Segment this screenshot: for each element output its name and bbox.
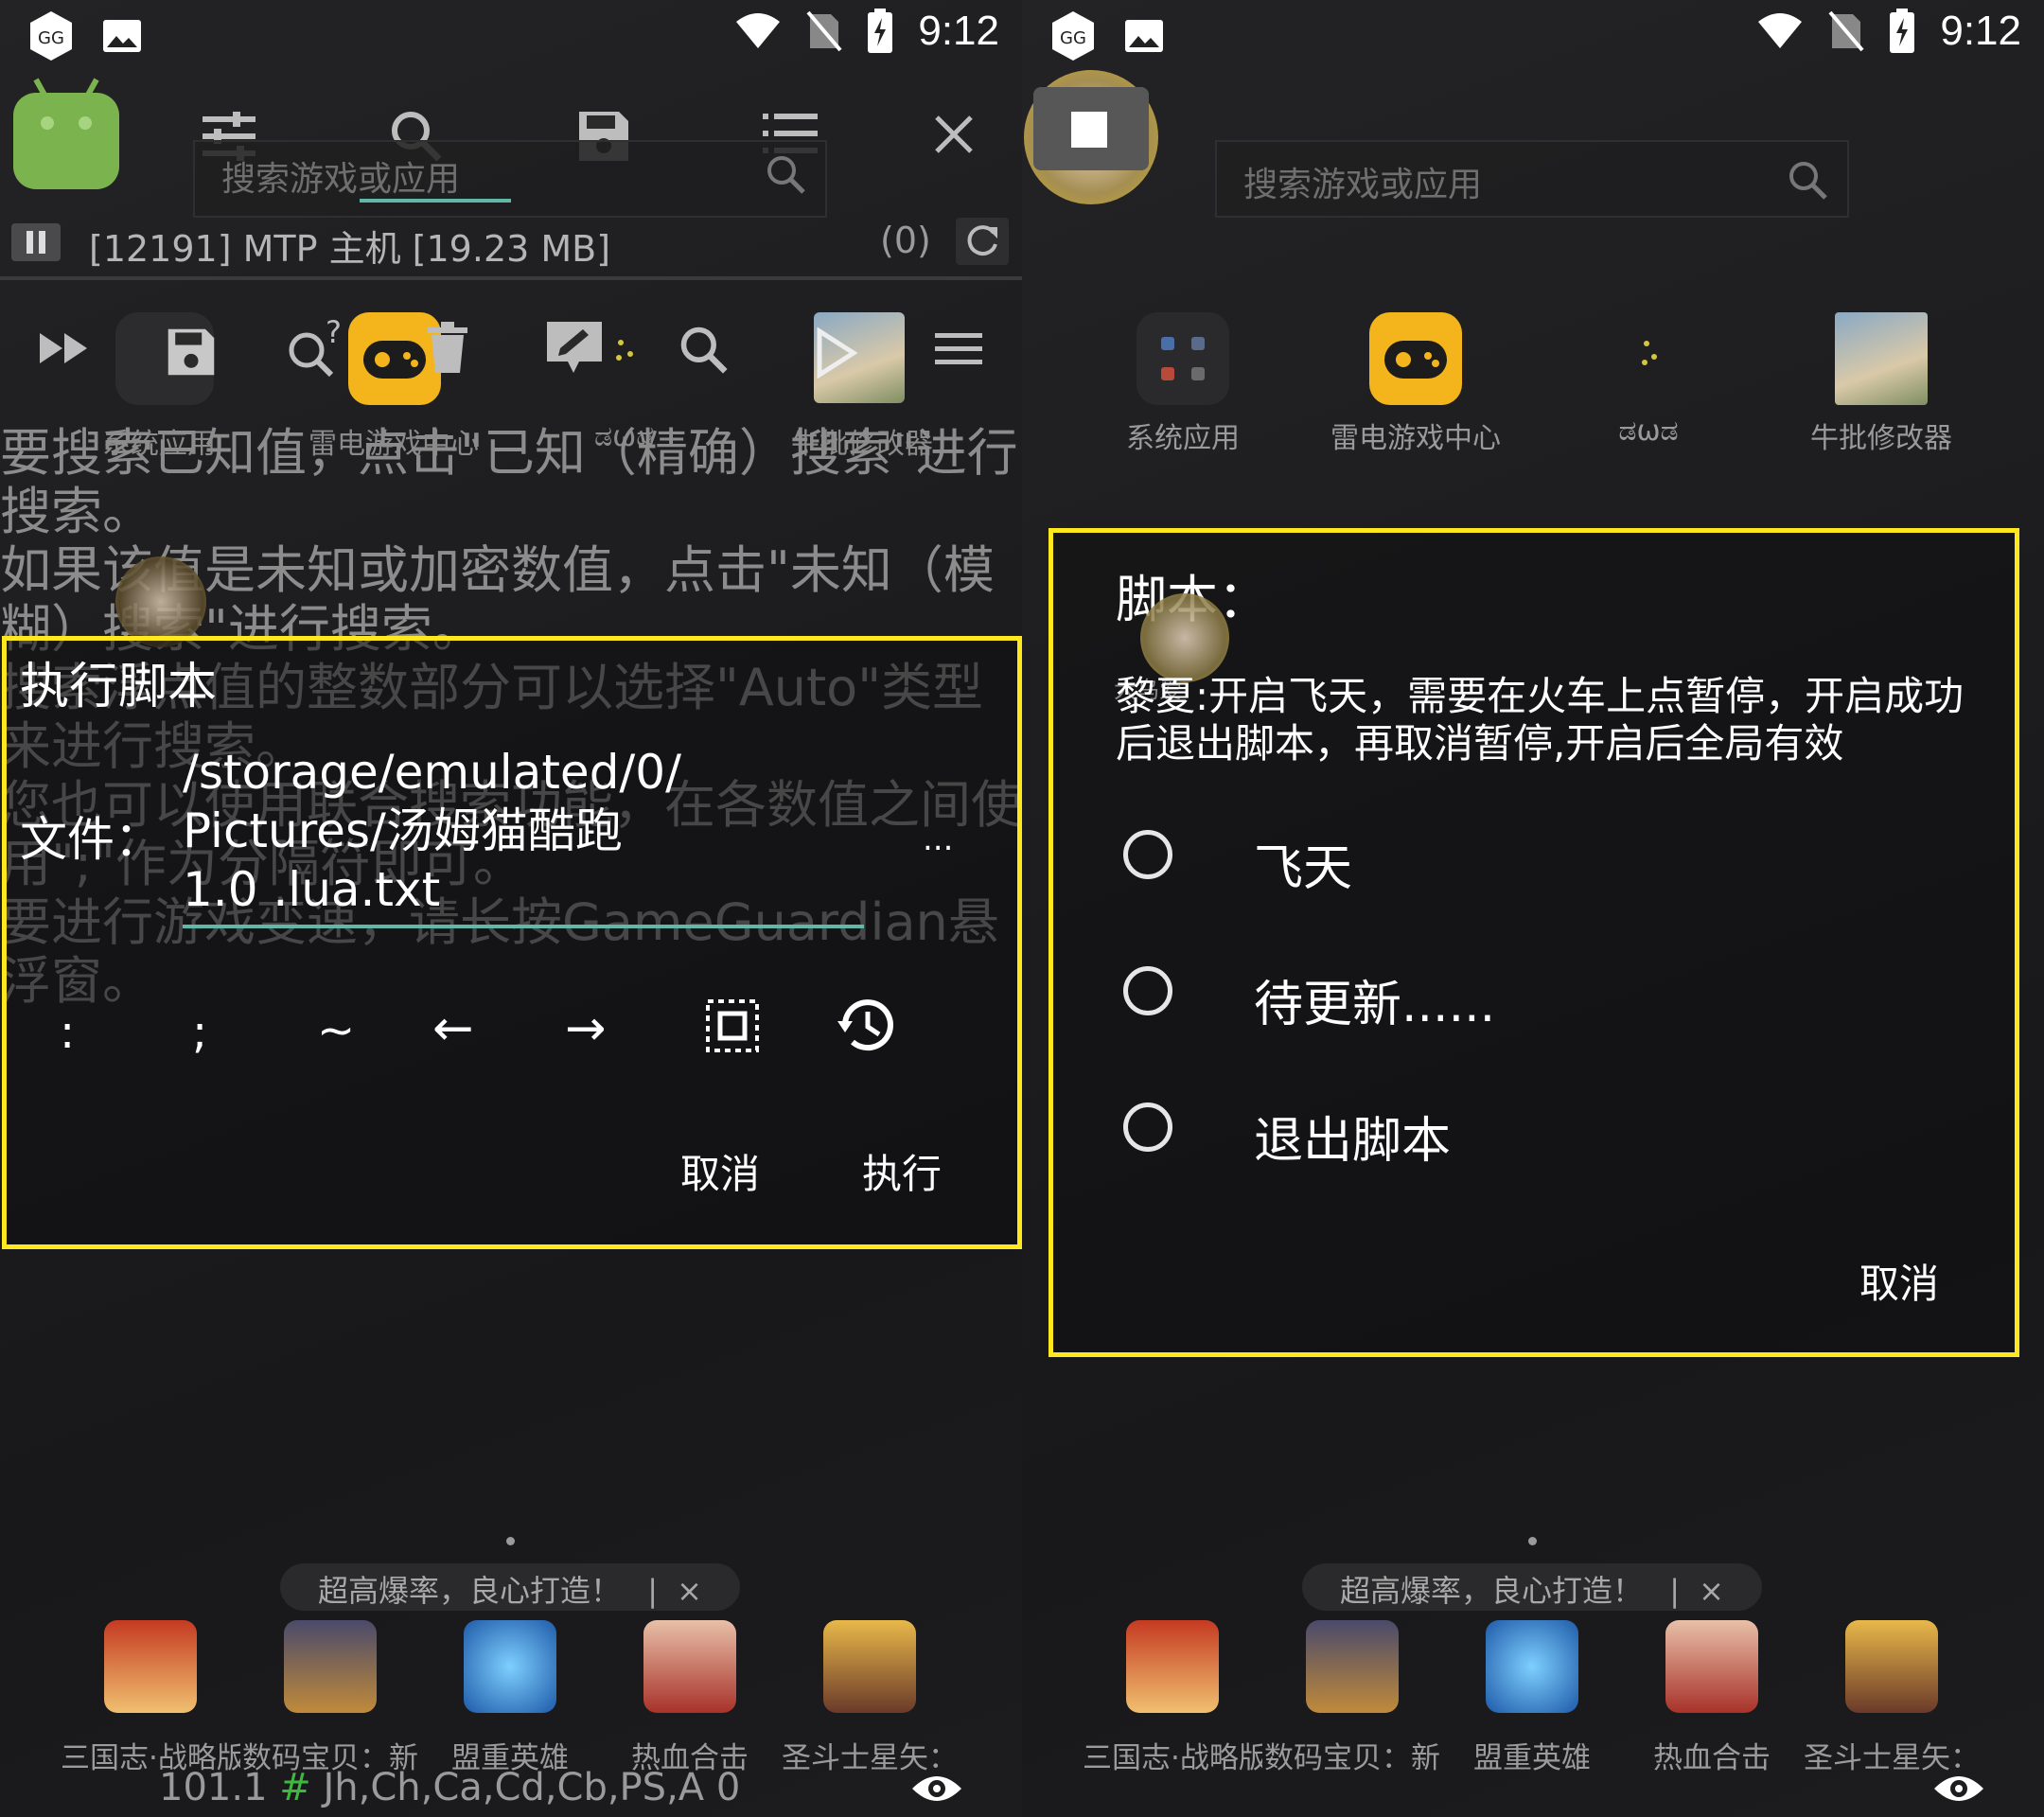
eye-icon[interactable] (1932, 1772, 1985, 1806)
dwd-icon (1602, 312, 1695, 405)
execute-script-dialog: 执行脚本 文件： /storage/emulated/0/ Pictures/汤… (2, 636, 1022, 1249)
wifi-icon (736, 13, 781, 48)
ad-separator: | (647, 1573, 658, 1609)
ad-separator: | (1669, 1573, 1680, 1609)
play-icon[interactable] (816, 327, 857, 379)
save-icon[interactable] (165, 326, 218, 379)
script-dialog: 脚本： 大乌爱 黎夏:开启飞天，需要在火车上点暂停，开启成功后退出脚本，再取消暂… (1048, 528, 2019, 1357)
gg-icon: GG (1052, 11, 1094, 61)
key-tilde[interactable]: ~ (317, 1004, 355, 1057)
file-path-underline (183, 925, 864, 928)
search-unknown-icon[interactable]: ? (284, 318, 350, 380)
option-label-fly[interactable]: 飞天 (1254, 828, 1352, 899)
cancel-button[interactable]: 取消 (1859, 1252, 1939, 1310)
android-icon[interactable] (9, 76, 123, 191)
left-screen: GG 9:12 搜索游戏或应用 [12191] MTP 主机 [19.23 MB… (0, 0, 1022, 1817)
battery-charging-icon (868, 9, 893, 53)
app-leidian[interactable]: 雷电游戏中心 (1321, 312, 1510, 456)
floating-avatar[interactable] (115, 556, 206, 647)
option-radio-fly[interactable] (1123, 830, 1172, 879)
no-sim-icon (806, 10, 842, 52)
refresh-icon (967, 225, 997, 256)
clock: 9:12 (1940, 8, 2021, 54)
leidian-game-center-icon (1369, 312, 1462, 405)
image-icon (103, 20, 141, 52)
floating-avatar[interactable] (1140, 593, 1229, 682)
key-left-arrow[interactable]: ← (432, 1000, 474, 1057)
key-semicolon[interactable]: ; (192, 1006, 207, 1059)
ad-close-icon[interactable]: × (677, 1573, 702, 1609)
option-label-pending[interactable]: 待更新...... (1254, 964, 1495, 1035)
execute-button[interactable]: 执行 (862, 1142, 942, 1200)
floating-gg-button[interactable] (1024, 70, 1158, 204)
image-icon (1125, 20, 1163, 52)
ad-text: 超高爆率，良心打造！ (318, 1573, 622, 1609)
option-label-exit[interactable]: 退出脚本 (1254, 1101, 1451, 1172)
divider (0, 276, 1022, 280)
search-bar[interactable]: 搜索游戏或应用 (193, 140, 827, 218)
dots-icon (616, 340, 633, 361)
search-icon (1789, 162, 1827, 200)
process-info[interactable]: [12191] MTP 主机 [19.23 MB] (89, 220, 610, 272)
status-bar: GG 9:12 (0, 0, 1022, 68)
option-radio-pending[interactable] (1123, 966, 1172, 1015)
search-icon (767, 156, 805, 194)
eye-icon[interactable] (910, 1772, 963, 1806)
key-colon[interactable]: : (60, 1006, 75, 1059)
app-system[interactable]: 系统应用 (1088, 312, 1278, 456)
app-label: ಡωಡ (1618, 415, 1679, 448)
search-placeholder: 搜索游戏或应用 (221, 160, 461, 199)
gg-icon: GG (30, 11, 72, 61)
browse-button[interactable]: ... (923, 820, 953, 858)
status-bar: GG 9:12 (1022, 0, 2044, 68)
dialog-title: 执行脚本 (20, 659, 218, 715)
stop-icon (1071, 112, 1107, 148)
search-bar[interactable]: 搜索游戏或应用 (1215, 140, 1849, 218)
search-placeholder: 搜索游戏或应用 (1243, 166, 1483, 204)
dialog-message: 黎夏:开启飞天，需要在火车上点暂停，开启成功后退出脚本，再取消暂停,开启后全局有… (1116, 673, 1965, 767)
niupi-modifier-icon (1835, 312, 1928, 405)
app-dwd[interactable]: ಡωಡ (1554, 312, 1743, 448)
app-label: 雷电游戏中心 (1330, 422, 1501, 455)
key-right-arrow[interactable]: → (565, 1000, 607, 1057)
battery-charging-icon (1890, 9, 1915, 53)
select-all-icon[interactable] (705, 998, 760, 1053)
ad-text: 超高爆率，良心打造！ (1340, 1573, 1644, 1609)
right-screen: GG 9:12 搜索游戏或应用 系统应用 雷电游戏中心 ಡωಡ 牛批修改器 大乌… (1022, 0, 2044, 1817)
refresh-button[interactable] (956, 218, 1009, 265)
option-radio-exit[interactable] (1123, 1103, 1172, 1152)
clock: 9:12 (918, 8, 999, 54)
close-icon[interactable] (933, 114, 975, 155)
page-indicator (1528, 1537, 1537, 1545)
history-icon[interactable] (836, 995, 896, 1055)
file-label: 文件： (20, 812, 162, 867)
app-niupi[interactable]: 牛批修改器 (1787, 312, 1976, 456)
delete-icon[interactable] (426, 322, 469, 375)
menu-icon[interactable] (935, 331, 982, 365)
pause-button[interactable] (11, 223, 61, 261)
ad-banner[interactable]: 超高爆率，良心打造！ | × (1302, 1563, 1762, 1611)
ad-banner[interactable]: 超高爆率，良心打造！ | × (280, 1563, 740, 1611)
search-underline (360, 199, 511, 203)
app-label: 牛批修改器 (1810, 422, 1952, 455)
edit-icon[interactable] (545, 320, 604, 377)
search-icon[interactable] (678, 324, 729, 375)
wifi-icon (1758, 13, 1803, 48)
app-label: 系统应用 (1126, 422, 1240, 455)
result-count: (0) (880, 220, 931, 261)
gamepad-icon (1384, 341, 1447, 379)
svg-text:?: ? (326, 318, 342, 350)
svg-text:GG: GG (38, 28, 64, 48)
cancel-button[interactable]: 取消 (680, 1142, 760, 1200)
fast-forward-icon[interactable] (38, 331, 91, 365)
svg-text:GG: GG (1060, 28, 1086, 48)
file-path-field[interactable]: /storage/emulated/0/ Pictures/汤姆猫酷跑 1.0 … (183, 743, 713, 919)
ad-close-icon[interactable]: × (1699, 1573, 1724, 1609)
system-apps-icon (1137, 312, 1229, 405)
no-sim-icon (1828, 10, 1864, 52)
page-indicator (506, 1537, 515, 1545)
